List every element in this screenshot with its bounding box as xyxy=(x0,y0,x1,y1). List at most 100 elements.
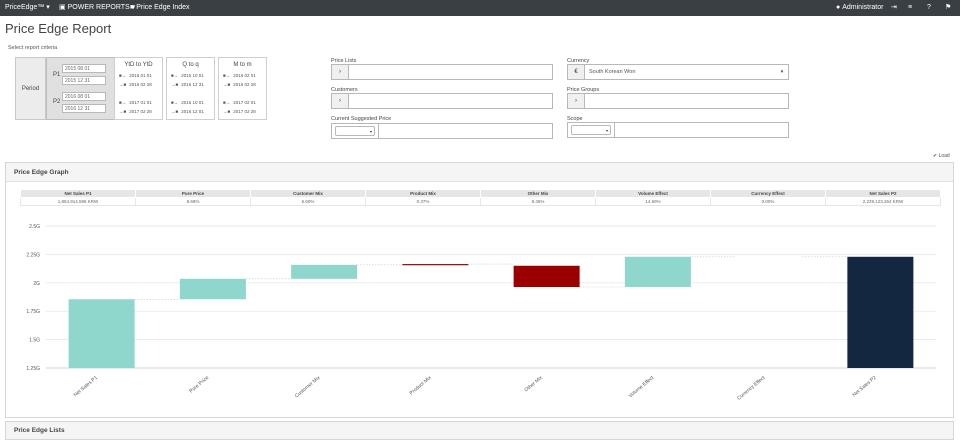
waterfall-bar xyxy=(847,256,914,368)
y-tick-label: 2G xyxy=(33,281,40,287)
q-to-q-option[interactable]: Q to q ■→ 2015 10 01 →■ 2016 12 31 ■→ 2016 … xyxy=(166,57,215,120)
option-date: 2016 12 01 xyxy=(181,109,204,114)
user-menu[interactable]: ● Administrator xyxy=(836,0,883,16)
summary-header: Currency Effect xyxy=(710,189,826,198)
arrow-left-icon: →■ xyxy=(119,109,127,114)
price-edge-index-label: Price Edge Index xyxy=(136,4,190,11)
price-groups-field[interactable]: › xyxy=(567,93,789,109)
y-tick-label: 1.75G xyxy=(26,309,40,315)
summary-value: 0.00% xyxy=(710,197,826,206)
scope-select[interactable]: ▾ xyxy=(571,125,611,135)
summary-header: Pure Price xyxy=(135,189,251,198)
logout-icon[interactable]: ⇥ xyxy=(891,0,897,16)
y-tick-label: 1.5G xyxy=(29,338,40,344)
p2-to-input[interactable]: 2016 12 31 xyxy=(62,104,106,113)
flag-icon[interactable]: ⚑ xyxy=(945,0,951,16)
chevron-right-icon[interactable]: › xyxy=(332,94,349,108)
summary-value: 14.69% xyxy=(595,197,711,206)
price-edge-graph-panel: Price Edge Graph Net Sales P1 Pure Price… xyxy=(5,162,954,418)
page-title: Price Edge Report xyxy=(5,21,112,36)
m-to-m-option[interactable]: M to m ■→ 2016 02 01 →■ 2016 02 28 ■→ 2017 … xyxy=(218,57,267,120)
x-tick-label: Currency Effect xyxy=(736,375,767,402)
waterfall-bar xyxy=(179,278,246,300)
arrow-right-icon: ■→ xyxy=(119,100,127,105)
x-tick-label: Volume Effect xyxy=(628,375,656,400)
option-date: 2016 02 01 xyxy=(233,73,256,78)
y-tick-label: 2.5G xyxy=(29,224,40,230)
arrow-left-icon: →■ xyxy=(223,82,231,87)
option-date: 2017 02 28 xyxy=(233,109,256,114)
scope-field[interactable]: ▾ xyxy=(567,122,789,138)
price-mode-select[interactable]: ▾ xyxy=(335,126,375,136)
option-title: YtD to YtD xyxy=(124,62,153,68)
monitor-icon: ▣ xyxy=(59,4,66,11)
summary-header: Net Sales P1 xyxy=(20,189,136,198)
help-icon[interactable]: ? xyxy=(927,0,931,16)
arrow-left-icon: →■ xyxy=(119,82,127,87)
chevron-right-icon[interactable]: › xyxy=(568,94,585,108)
x-tick-label: Net Sales P2 xyxy=(851,375,877,398)
x-tick-label: Product Mix xyxy=(409,375,433,397)
database-icon[interactable]: ≡ xyxy=(908,0,912,16)
option-date: 2017 02 01 xyxy=(233,100,256,105)
load-label: Load xyxy=(938,153,950,159)
summary-value-row: 1,854,914,596 KRW 9.68% 6.60% 0.37% 9.45… xyxy=(20,197,941,206)
p1-from-input[interactable]: 2015 08 01 xyxy=(62,64,106,73)
summary-header: Volume Effect xyxy=(595,189,711,198)
load-button[interactable]: ✔ Load xyxy=(933,153,950,159)
brand-menu[interactable]: PriceEdge™ ▾ xyxy=(5,0,50,16)
currency-select[interactable]: € South Korean Won ▾ xyxy=(567,64,789,80)
price-lists-field[interactable]: › xyxy=(331,64,553,80)
option-date: 2017 02 28 xyxy=(129,109,152,114)
currency-value: South Korean Won xyxy=(589,69,636,75)
option-date: 2017 01 01 xyxy=(129,100,152,105)
arrow-left-icon: →■ xyxy=(171,109,179,114)
arrow-right-icon: ■→ xyxy=(171,100,179,105)
current-suggested-price-field[interactable]: ▾ xyxy=(331,123,553,139)
p2-from-input[interactable]: 2016 08 01 xyxy=(62,92,106,101)
power-reports-label: POWER REPORTS xyxy=(67,4,130,11)
y-tick-label: 1.25G xyxy=(26,366,40,372)
waterfall-bar xyxy=(68,299,135,368)
waterfall-bar xyxy=(402,264,469,266)
arrow-left-icon: →■ xyxy=(223,109,231,114)
waterfall-bar xyxy=(291,264,358,279)
period-selector: Period P1 2015 08 01 2015 12 31 P2 2016 … xyxy=(15,57,270,120)
option-date: 2016 01 01 xyxy=(129,73,152,78)
tag-icon: ■ xyxy=(130,4,135,11)
summary-value: 1,854,914,596 KRW xyxy=(20,197,136,206)
period-button[interactable]: Period xyxy=(15,57,46,120)
brand-label: PriceEdge™ xyxy=(5,4,45,11)
x-tick-label: Pure Price xyxy=(188,375,210,395)
chevron-down-icon: ▾ xyxy=(46,4,50,11)
p2-label: P2 xyxy=(53,99,61,105)
summary-header: Net Sales P2 xyxy=(825,189,941,198)
option-date: 2016 02 28 xyxy=(129,82,152,87)
x-tick-label: Net Sales P1 xyxy=(73,375,99,398)
option-date: 2015 10 01 xyxy=(181,73,204,78)
user-icon: ● xyxy=(836,4,841,11)
p1-to-input[interactable]: 2015 12 31 xyxy=(62,76,106,85)
user-name: Administrator xyxy=(842,4,884,11)
summary-value: 9.68% xyxy=(135,197,251,206)
option-date: 2016 12 31 xyxy=(181,82,204,87)
summary-value: 9.45% xyxy=(480,197,596,206)
chevron-right-icon[interactable]: › xyxy=(332,65,349,79)
power-reports-menu[interactable]: ▣ POWER REPORTS ▾ xyxy=(59,0,135,16)
price-edge-index-link[interactable]: ■ Price Edge Index xyxy=(130,0,190,16)
graph-panel-title[interactable]: Price Edge Graph xyxy=(6,163,953,182)
waterfall-chart: 1.25G 1.5G 1.75G 2G 2.25G 2.5G Net Sales P1 Pur… xyxy=(26,224,936,402)
chevron-down-icon[interactable]: ▾ xyxy=(776,65,788,79)
arrow-right-icon: ■→ xyxy=(223,100,231,105)
customers-field[interactable]: › xyxy=(331,93,553,109)
summary-value: 0.37% xyxy=(365,197,481,206)
summary-value: 6.60% xyxy=(250,197,366,206)
ytd-to-ytd-option[interactable]: YtD to YtD ■→ 2016 01 01 →■ 2016 02 28 ■→ 2… xyxy=(114,57,163,120)
summary-header: Product Mix xyxy=(365,189,481,198)
x-tick-label: Customer Mix xyxy=(294,375,322,400)
arrow-right-icon: ■→ xyxy=(223,73,231,78)
top-navigation-bar: PriceEdge™ ▾ ▣ POWER REPORTS ▾ ■ Price Edge … xyxy=(0,0,960,16)
price-edge-lists-panel[interactable]: Price Edge Lists xyxy=(5,421,954,440)
current-suggested-price-label: Current Suggested Price xyxy=(331,116,392,122)
summary-table: Net Sales P1 Pure Price Customer Mix Pro… xyxy=(20,189,941,206)
